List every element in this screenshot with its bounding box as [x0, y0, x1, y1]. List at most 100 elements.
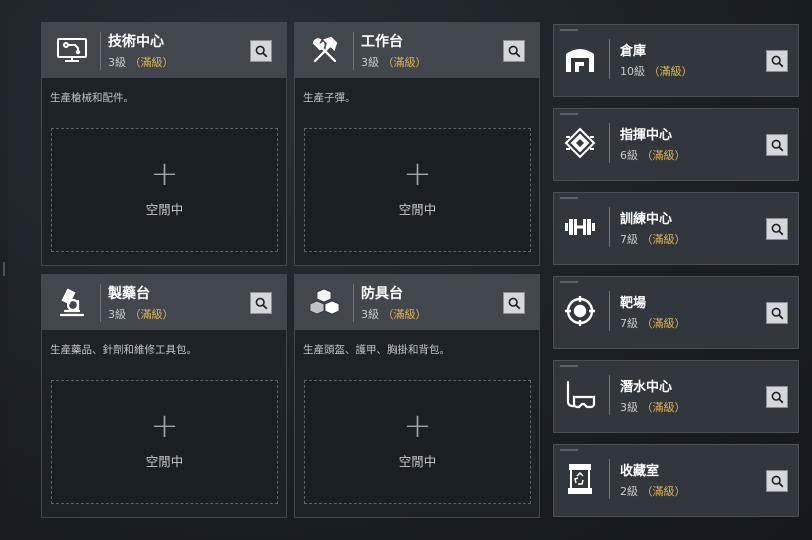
level-value: 6級	[620, 149, 638, 162]
facility-title: 倉庫	[620, 44, 647, 59]
recycle-container-icon	[560, 459, 600, 499]
magnifier-icon	[771, 223, 783, 235]
card-marker	[560, 449, 578, 451]
header-separator	[609, 123, 610, 163]
header-separator	[609, 291, 610, 331]
level-value: 10級	[620, 65, 645, 78]
search-button[interactable]	[766, 302, 788, 324]
station-description: 生產藥品、針劑和維修工具包。	[50, 344, 197, 356]
maxed-badge: （滿級）	[641, 317, 686, 330]
header-separator	[353, 32, 354, 70]
card-marker	[560, 29, 578, 31]
station-title: 製藥台	[108, 286, 150, 302]
production-slot-empty[interactable]: + 空閒中	[304, 128, 531, 252]
warehouse-icon	[560, 39, 600, 79]
station-header: 工作台 3級 （滿級）	[295, 23, 539, 78]
facility-level: 2級 （滿級）	[620, 483, 686, 499]
slot-status: 空閒中	[398, 454, 437, 469]
card-marker	[560, 113, 578, 115]
search-button[interactable]	[766, 218, 788, 240]
station-header: 防具台 3級 （滿級）	[295, 275, 539, 330]
header-separator	[100, 284, 101, 322]
maxed-badge: （滿級）	[382, 308, 427, 321]
maxed-badge: （滿級）	[641, 233, 686, 246]
search-button[interactable]	[766, 50, 788, 72]
facility-card-collection-room[interactable]: 收藏室 2級 （滿級）	[553, 444, 799, 517]
facility-level: 10級 （滿級）	[620, 63, 693, 79]
header-separator	[353, 284, 354, 322]
magnifier-icon	[255, 45, 267, 57]
magnifier-icon	[771, 139, 783, 151]
station-card-workbench: 工作台 3級 （滿級） 生產子彈。 + 空閒中	[294, 22, 540, 266]
production-slot-empty[interactable]: + 空閒中	[304, 380, 531, 504]
facility-card-command-center[interactable]: 指揮中心 6級 （滿級）	[553, 108, 799, 181]
facility-card-diving-center[interactable]: 潛水中心 3級 （滿級）	[553, 360, 799, 433]
maxed-badge: （滿級）	[129, 308, 174, 321]
plus-icon: +	[403, 154, 432, 194]
facility-title: 靶場	[620, 296, 647, 311]
station-card-tech-center: 技術中心 3級 （滿級） 生產槍械和配件。 + 空閒中	[41, 22, 287, 266]
station-description: 生產頭盔、護甲、胸掛和背包。	[303, 344, 450, 356]
microscope-icon	[50, 285, 94, 321]
station-title: 工作台	[361, 34, 403, 50]
production-slot-empty[interactable]: + 空閒中	[51, 380, 278, 504]
header-separator	[609, 459, 610, 499]
level-value: 3級	[361, 56, 379, 69]
maxed-badge: （滿級）	[641, 485, 686, 498]
search-button[interactable]	[503, 40, 525, 62]
level-value: 3級	[108, 56, 126, 69]
left-edge-rail	[0, 0, 8, 540]
facility-title: 訓練中心	[620, 212, 673, 227]
facility-card-shooting-range[interactable]: 靶場 7級 （滿級）	[553, 276, 799, 349]
maxed-badge: （滿級）	[641, 149, 686, 162]
maxed-badge: （滿級）	[129, 56, 174, 69]
station-level: 3級 （滿級）	[361, 306, 427, 322]
facility-title: 收藏室	[620, 464, 660, 479]
search-button[interactable]	[766, 386, 788, 408]
slot-status: 空閒中	[398, 202, 437, 217]
header-separator	[609, 375, 610, 415]
station-header: 技術中心 3級 （滿級）	[42, 23, 286, 78]
header-separator	[100, 32, 101, 70]
facility-level: 7級 （滿級）	[620, 231, 686, 247]
station-card-armor-bench: 防具台 3級 （滿級） 生產頭盔、護甲、胸掛和背包。 + 空閒中	[294, 274, 540, 518]
production-slot-empty[interactable]: + 空閒中	[51, 128, 278, 252]
station-level: 3級 （滿級）	[108, 54, 174, 70]
computer-icon	[50, 33, 94, 69]
station-header: 製藥台 3級 （滿級）	[42, 275, 286, 330]
facility-card-training-center[interactable]: 訓練中心 7級 （滿級）	[553, 192, 799, 265]
level-value: 7級	[620, 233, 638, 246]
search-button[interactable]	[766, 470, 788, 492]
plus-icon: +	[150, 154, 179, 194]
header-separator	[609, 207, 610, 247]
cubes-icon	[303, 285, 347, 321]
magnifier-icon	[508, 297, 520, 309]
station-level: 3級 （滿級）	[361, 54, 427, 70]
card-marker	[560, 197, 578, 199]
search-button[interactable]	[766, 134, 788, 156]
maxed-badge: （滿級）	[641, 401, 686, 414]
level-value: 3級	[361, 308, 379, 321]
station-card-pharmacy: 製藥台 3級 （滿級） 生產藥品、針劑和維修工具包。 + 空閒中	[41, 274, 287, 518]
facility-level: 3級 （滿級）	[620, 399, 686, 415]
slot-status: 空閒中	[145, 202, 184, 217]
search-button[interactable]	[250, 292, 272, 314]
facility-title: 潛水中心	[620, 380, 673, 395]
station-description: 生產槍械和配件。	[50, 92, 134, 104]
magnifier-icon	[771, 55, 783, 67]
plus-icon: +	[150, 406, 179, 446]
dumbbell-icon	[560, 207, 600, 247]
facility-title: 指揮中心	[620, 128, 673, 143]
level-value: 3級	[620, 401, 638, 414]
station-description: 生產子彈。	[303, 92, 356, 104]
facility-level: 6級 （滿級）	[620, 147, 686, 163]
station-title: 技術中心	[108, 34, 164, 50]
command-emblem-icon	[560, 123, 600, 163]
header-separator	[609, 39, 610, 79]
search-button[interactable]	[250, 40, 272, 62]
diving-mask-icon	[560, 375, 600, 415]
search-button[interactable]	[503, 292, 525, 314]
facility-card-warehouse[interactable]: 倉庫 10級 （滿級）	[553, 24, 799, 97]
maxed-badge: （滿級）	[382, 56, 427, 69]
station-title: 防具台	[361, 286, 403, 302]
